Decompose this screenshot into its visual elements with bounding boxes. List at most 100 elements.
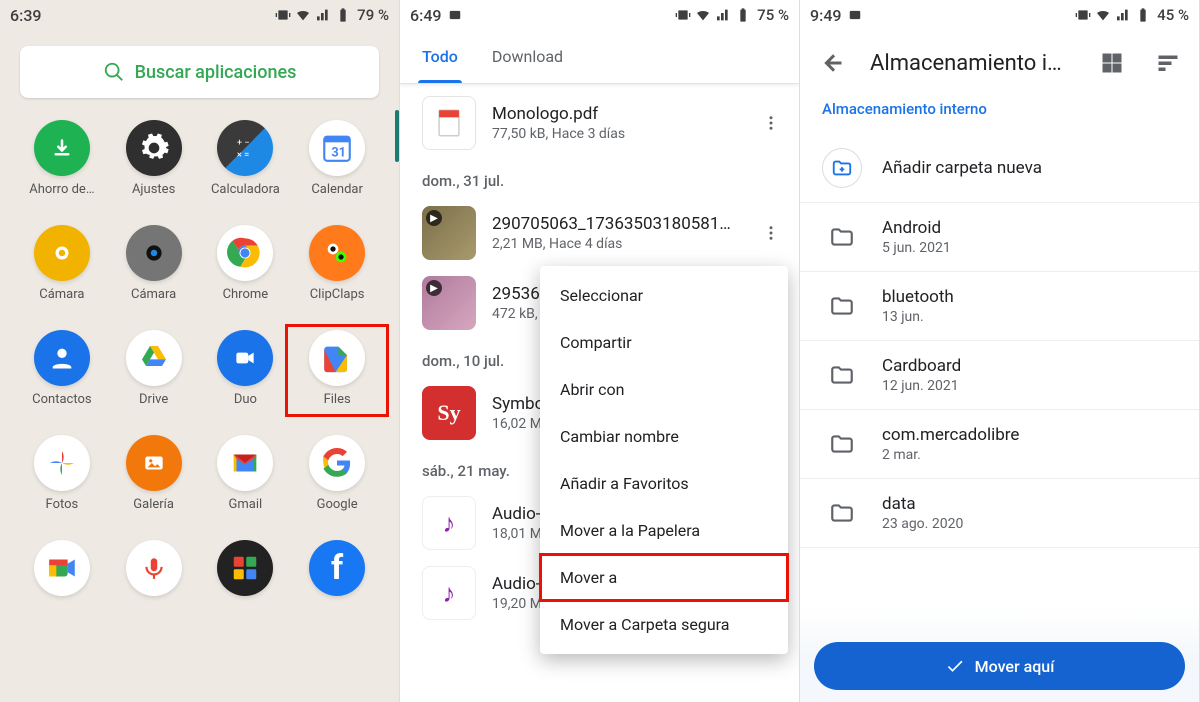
more-button[interactable] [751, 213, 791, 253]
app-camara2[interactable]: Cámara [108, 225, 200, 302]
app-ahorro[interactable]: Ahorro de… [16, 120, 108, 197]
app-label: Cámara [131, 287, 176, 302]
tab-todo[interactable]: Todo [422, 30, 458, 83]
folder-row[interactable]: Cardboard12 jun. 2021 [800, 341, 1199, 410]
app-facebook[interactable]: f [291, 540, 383, 602]
ctx-seleccionar[interactable]: Seleccionar [540, 272, 788, 319]
search-icon [103, 61, 125, 83]
app-camara1[interactable]: Cámara [16, 225, 108, 302]
video-icon [217, 330, 273, 386]
app-contactos[interactable]: Contactos [16, 330, 108, 407]
file-meta: 2,21 MB, Hace 4 días [492, 236, 735, 252]
status-time: 6:49 [410, 6, 442, 25]
app-drive[interactable]: Drive [108, 330, 200, 407]
breadcrumb[interactable]: Almacenamiento interno [800, 96, 1199, 134]
ctx-mover-papelera[interactable]: Mover a la Papelera [540, 507, 788, 554]
folder-row[interactable]: com.mercadolibre2 mar. [800, 410, 1199, 479]
image-icon [448, 8, 462, 22]
calendar-icon: 31 [309, 120, 365, 176]
scrollbar-thumb[interactable] [395, 110, 399, 162]
app-label: Cámara [39, 287, 84, 302]
file-row[interactable]: ▶ 290705063_17363503180581… 2,21 MB, Hac… [400, 198, 799, 268]
back-button[interactable] [814, 44, 852, 82]
google-icon [309, 435, 365, 491]
ctx-cambiar-nombre[interactable]: Cambiar nombre [540, 413, 788, 460]
app-label: ClipClaps [310, 287, 365, 302]
app-recorder[interactable] [108, 540, 200, 602]
app-clipclaps[interactable]: ClipClaps [291, 225, 383, 302]
facebook-icon: f [309, 540, 365, 596]
app-grid: Ahorro de… Ajustes + −× = Calculadora 31… [0, 120, 399, 602]
picker-toolbar: Almacenamiento i… [800, 30, 1199, 96]
move-picker-screen: 9:49 45 % Almacenamiento i… Almacenamien… [800, 0, 1200, 702]
app-label: Google [317, 497, 358, 512]
app-docs[interactable] [200, 540, 292, 602]
more-button[interactable] [751, 103, 791, 143]
vibrate-icon [275, 7, 291, 23]
folder-row[interactable]: data 23 ago. 2020 [800, 479, 1199, 548]
svg-text:31: 31 [331, 146, 346, 161]
app-chrome[interactable]: Chrome [200, 225, 292, 302]
sort-icon [1156, 51, 1180, 75]
app-label: Duo [234, 392, 257, 407]
ctx-mover-a[interactable]: Mover a [540, 554, 788, 601]
app-duo[interactable]: Duo [200, 330, 292, 407]
app-files[interactable]: Files [291, 330, 383, 407]
ctx-mover-carpeta-segura[interactable]: Mover a Carpeta segura [540, 601, 788, 648]
app-calendar[interactable]: 31 Calendar [291, 120, 383, 197]
person-icon [34, 330, 90, 386]
check-icon [945, 656, 965, 676]
download-icon [34, 120, 90, 176]
battery-icon [335, 7, 351, 23]
add-folder-row[interactable]: Añadir carpeta nueva [800, 134, 1199, 203]
search-placeholder: Buscar aplicaciones [135, 62, 297, 83]
svg-text:× =: × = [237, 149, 249, 160]
signal-icon [715, 7, 731, 23]
app-fotos[interactable]: Fotos [16, 435, 108, 512]
app-label: Drive [139, 392, 168, 407]
app-meet[interactable] [16, 540, 108, 602]
battery-icon [1135, 7, 1151, 23]
app-label: Gmail [229, 497, 263, 512]
ctx-abrir-con[interactable]: Abrir con [540, 366, 788, 413]
app-calculadora[interactable]: + −× = Calculadora [200, 120, 292, 197]
sort-button[interactable] [1149, 44, 1187, 82]
folder-name: Android [882, 218, 951, 238]
folder-row[interactable]: Android5 jun. 2021 [800, 203, 1199, 272]
app-label: Ahorro de… [29, 182, 94, 197]
app-gmail[interactable]: Gmail [200, 435, 292, 512]
grid-view-button[interactable] [1093, 44, 1131, 82]
more-vert-icon [762, 114, 780, 132]
status-bar: 9:49 45 % [800, 0, 1199, 30]
video-thumb-icon: ▶ [422, 276, 476, 330]
app-galeria[interactable]: Galería [108, 435, 200, 512]
wifi-icon [295, 7, 311, 23]
symbolab-thumb-icon: Sy [422, 386, 476, 440]
battery-icon [735, 7, 751, 23]
signal-icon [1115, 7, 1131, 23]
folder-name: data [882, 494, 963, 514]
file-row[interactable]: Monologo.pdf 77,50 kB, Hace 3 días [400, 88, 799, 158]
status-time: 9:49 [810, 6, 842, 25]
search-apps-field[interactable]: Buscar aplicaciones [20, 46, 379, 98]
ctx-anadir-favoritos[interactable]: Añadir a Favoritos [540, 460, 788, 507]
ctx-compartir[interactable]: Compartir [540, 319, 788, 366]
date-header: dom., 31 jul. [400, 158, 799, 198]
app-google[interactable]: Google [291, 435, 383, 512]
app-label: Fotos [46, 497, 79, 512]
camera-icon [126, 225, 182, 281]
tab-download[interactable]: Download [492, 30, 563, 83]
folder-row[interactable]: bluetooth13 jun. [800, 272, 1199, 341]
folder-icon [822, 424, 862, 464]
tabs: Todo Download [400, 30, 799, 84]
vibrate-icon [675, 7, 691, 23]
app-ajustes[interactable]: Ajustes [108, 120, 200, 197]
file-name: Monologo.pdf [492, 104, 735, 124]
picker-title: Almacenamiento i… [870, 51, 1075, 76]
folder-date: 23 ago. 2020 [882, 516, 963, 532]
wifi-icon [695, 7, 711, 23]
app-label: Chrome [223, 287, 269, 302]
move-here-button[interactable]: Mover aquí [814, 642, 1185, 690]
image-icon [848, 8, 862, 22]
status-icons: 79 % [275, 6, 389, 24]
